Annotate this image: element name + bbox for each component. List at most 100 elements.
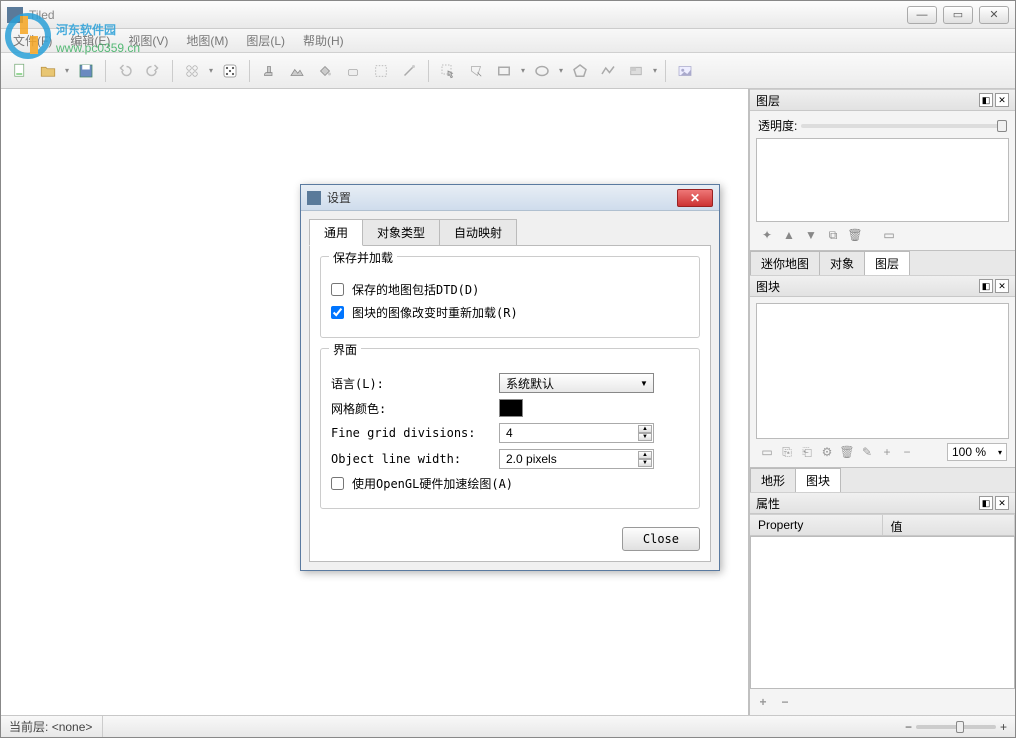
- menu-view[interactable]: 视图(V): [120, 30, 176, 51]
- close-button[interactable]: Close: [622, 527, 700, 551]
- add-property-icon[interactable]: +: [754, 693, 772, 711]
- menu-edit[interactable]: 编辑(E): [62, 30, 118, 51]
- command-dropdown[interactable]: ▾: [207, 66, 215, 75]
- main-toolbar: ▾ ▾ ▾ ▾ ▾: [1, 53, 1015, 89]
- fine-grid-spinbox[interactable]: 4 ▲▼: [499, 423, 654, 443]
- zoom-slider[interactable]: [916, 725, 996, 729]
- language-combo[interactable]: 系统默认▼: [499, 373, 654, 393]
- delete-layer-icon[interactable]: 🗑: [846, 226, 864, 244]
- magic-wand-icon[interactable]: [396, 58, 422, 84]
- open-file-icon[interactable]: [35, 58, 61, 84]
- edit-terrain-icon[interactable]: ✎: [858, 443, 876, 461]
- toggle-other-layers-icon[interactable]: ▭: [880, 226, 898, 244]
- move-up-icon[interactable]: ▲: [780, 226, 798, 244]
- panel-close-icon[interactable]: ✕: [995, 279, 1009, 293]
- stamp-tool-icon[interactable]: [256, 58, 282, 84]
- command-icon[interactable]: [179, 58, 205, 84]
- label-opengl: 使用OpenGL硬件加速绘图(A): [352, 475, 513, 492]
- layers-panel-header: 图层 ◧ ✕: [750, 89, 1015, 111]
- duplicate-layer-icon[interactable]: ⧉: [824, 226, 842, 244]
- close-button[interactable]: ✕: [979, 6, 1009, 24]
- tab-objects[interactable]: 对象: [819, 251, 865, 275]
- grid-color-swatch[interactable]: [499, 399, 523, 417]
- panel-close-icon[interactable]: ✕: [995, 93, 1009, 107]
- eraser-tool-icon[interactable]: [340, 58, 366, 84]
- insert-ellipse-dropdown[interactable]: ▾: [557, 66, 565, 75]
- group-interface-title: 界面: [329, 341, 361, 358]
- layer-list[interactable]: [756, 138, 1009, 222]
- group-save-title: 保存并加载: [329, 249, 397, 266]
- fill-tool-icon[interactable]: [312, 58, 338, 84]
- insert-tile-icon[interactable]: [623, 58, 649, 84]
- line-width-spinbox[interactable]: 2.0 pixels ▲▼: [499, 449, 654, 469]
- insert-tile-dropdown[interactable]: ▾: [651, 66, 659, 75]
- dice-icon[interactable]: [217, 58, 243, 84]
- undo-icon[interactable]: [112, 58, 138, 84]
- menu-layer[interactable]: 图层(L): [238, 30, 293, 51]
- label-fine-grid: Fine grid divisions:: [331, 426, 491, 440]
- tab-terrain[interactable]: 地形: [750, 468, 796, 492]
- insert-ellipse-icon[interactable]: [529, 58, 555, 84]
- insert-rect-icon[interactable]: [491, 58, 517, 84]
- opacity-slider[interactable]: [801, 124, 1007, 128]
- checkbox-include-dtd[interactable]: [331, 283, 344, 296]
- opacity-label: 透明度:: [758, 117, 797, 134]
- undock-icon[interactable]: ◧: [979, 93, 993, 107]
- rect-select-icon[interactable]: [368, 58, 394, 84]
- add-tiles-icon[interactable]: +: [878, 443, 896, 461]
- current-layer-label: 当前层:: [9, 718, 48, 735]
- tab-object-types[interactable]: 对象类型: [362, 219, 440, 246]
- menu-help[interactable]: 帮助(H): [295, 30, 352, 51]
- tab-layers[interactable]: 图层: [864, 251, 910, 275]
- remove-tiles-icon[interactable]: −: [898, 443, 916, 461]
- redo-icon[interactable]: [140, 58, 166, 84]
- new-layer-icon[interactable]: ✦: [758, 226, 776, 244]
- insert-rect-dropdown[interactable]: ▾: [519, 66, 527, 75]
- menubar: 文件(F) 编辑(E) 视图(V) 地图(M) 图层(L) 帮助(H): [1, 29, 1015, 53]
- tileset-props-icon[interactable]: ⚙: [818, 443, 836, 461]
- dialog-title: 设置: [327, 189, 677, 206]
- terrain-tool-icon[interactable]: [284, 58, 310, 84]
- checkbox-opengl[interactable]: [331, 477, 344, 490]
- export-tileset-icon[interactable]: ⎗: [798, 443, 816, 461]
- zoom-out-icon[interactable]: −: [905, 720, 912, 734]
- save-file-icon[interactable]: [73, 58, 99, 84]
- undock-icon[interactable]: ◧: [979, 496, 993, 510]
- tab-tilesets[interactable]: 图块: [795, 468, 841, 492]
- tileset-view[interactable]: [756, 303, 1009, 439]
- tab-automap[interactable]: 自动映射: [439, 219, 517, 246]
- properties-list[interactable]: [750, 536, 1015, 689]
- delete-tileset-icon[interactable]: 🗑: [838, 443, 856, 461]
- panel-close-icon[interactable]: ✕: [995, 496, 1009, 510]
- maximize-button[interactable]: ▭: [943, 6, 973, 24]
- remove-property-icon[interactable]: −: [776, 693, 794, 711]
- dialog-icon: [307, 191, 321, 205]
- current-layer-value: <none>: [52, 720, 93, 734]
- dialog-close-button[interactable]: ✕: [677, 189, 713, 207]
- undock-icon[interactable]: ◧: [979, 279, 993, 293]
- checkbox-reload-images[interactable]: [331, 306, 344, 319]
- minimize-button[interactable]: —: [907, 6, 937, 24]
- dialog-titlebar[interactable]: 设置 ✕: [301, 185, 719, 211]
- zoom-in-icon[interactable]: +: [1000, 720, 1007, 734]
- edit-polygon-icon[interactable]: [463, 58, 489, 84]
- tileset-zoom-combo[interactable]: 100 %▾: [947, 443, 1007, 461]
- app-icon: [7, 7, 23, 23]
- menu-file[interactable]: 文件(F): [5, 30, 60, 51]
- properties-columns: Property 值: [750, 514, 1015, 536]
- open-dropdown[interactable]: ▾: [63, 66, 71, 75]
- label-reload-images: 图块的图像改变时重新加载(R): [352, 304, 518, 321]
- move-down-icon[interactable]: ▼: [802, 226, 820, 244]
- new-file-icon[interactable]: [7, 58, 33, 84]
- insert-polygon-icon[interactable]: [567, 58, 593, 84]
- tab-general[interactable]: 通用: [309, 219, 363, 246]
- insert-image-icon[interactable]: [672, 58, 698, 84]
- insert-polyline-icon[interactable]: [595, 58, 621, 84]
- settings-dialog: 设置 ✕ 通用 对象类型 自动映射 保存并加载 保存的地图包括DTD(D) 图块…: [300, 184, 720, 571]
- select-objects-icon[interactable]: [435, 58, 461, 84]
- tab-minimap[interactable]: 迷你地图: [750, 251, 820, 275]
- menu-map[interactable]: 地图(M): [178, 30, 236, 51]
- new-tileset-icon[interactable]: ▭: [758, 443, 776, 461]
- property-column-header: Property: [750, 515, 883, 535]
- import-tileset-icon[interactable]: ⎘: [778, 443, 796, 461]
